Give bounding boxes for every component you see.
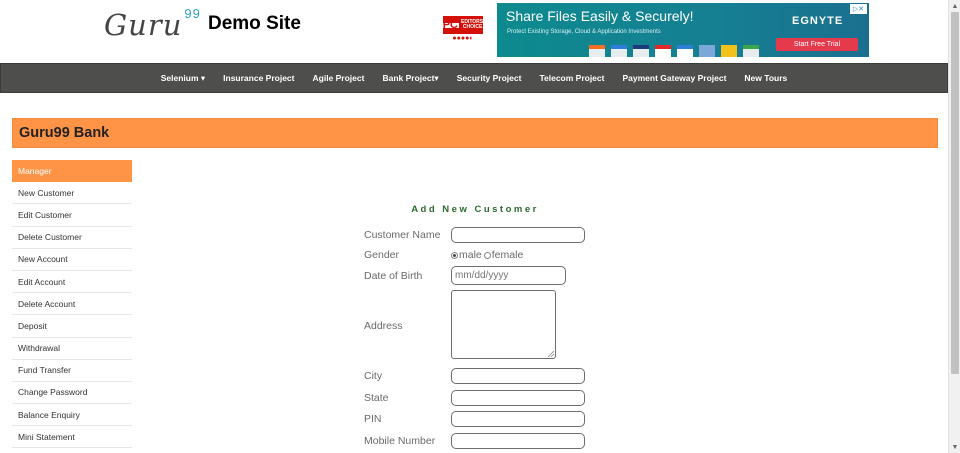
state-label: State xyxy=(364,392,389,404)
gender-female-radio[interactable] xyxy=(483,251,491,259)
city-input[interactable] xyxy=(451,368,585,384)
sidebar-item-balance-enquiry[interactable]: Balance Enquiry xyxy=(12,404,132,427)
dob-label: Date of Birth xyxy=(364,270,423,282)
badge-caption: EDITORS' CHOICE xyxy=(460,19,485,30)
address-textarea[interactable] xyxy=(451,290,556,359)
bank-banner: Guru99 Bank xyxy=(12,118,938,148)
gender-male-label[interactable]: male xyxy=(459,249,482,261)
nav-security-project[interactable]: Security Project xyxy=(448,73,531,83)
gender-label: Gender xyxy=(364,249,400,261)
site-title: Demo Site xyxy=(208,13,301,34)
nav-payment-gateway-project[interactable]: Payment Gateway Project xyxy=(613,73,735,83)
sidebar-item-edit-customer[interactable]: Edit Customer xyxy=(12,204,132,227)
state-input[interactable] xyxy=(451,390,585,406)
pin-input[interactable] xyxy=(451,411,585,427)
sidebar-item-deposit[interactable]: Deposit xyxy=(12,315,132,338)
adchoices-icon[interactable]: ▷✕ xyxy=(850,4,867,14)
address-label: Address xyxy=(364,320,403,332)
mobile-number-label: Mobile Number xyxy=(364,435,436,447)
nav-telecom-project[interactable]: Telecom Project xyxy=(530,73,613,83)
sidebar-item-new-account[interactable]: New Account xyxy=(12,249,132,271)
guru99-logo[interactable]: Guru 99 xyxy=(104,6,201,42)
ad-subline: Protect Existing Storage, Cloud & Applic… xyxy=(507,29,661,35)
pin-label: PIN xyxy=(364,413,382,425)
ad-brand-logo: EGNYTE xyxy=(792,15,844,27)
form-title: Add New Customer xyxy=(411,204,539,215)
city-label: City xyxy=(364,370,383,382)
sidebar-item-delete-customer[interactable]: Delete Customer xyxy=(12,227,132,249)
nav-selenium[interactable]: Selenium ▾ xyxy=(152,73,214,84)
site-header: Guru 99 Demo Site PC EDITORS' CHOICE ●●●●◐… xyxy=(0,0,948,62)
sidebar-item-new-customer[interactable]: New Customer xyxy=(12,182,132,205)
nav-insurance-project[interactable]: Insurance Project xyxy=(214,73,303,83)
badge-rating: ●●●●◐ xyxy=(452,35,474,42)
ad-file-icons xyxy=(589,43,769,57)
pc-mark: PC xyxy=(441,18,459,31)
customer-name-input[interactable] xyxy=(451,227,585,243)
ad-headline: Share Files Easily & Securely! xyxy=(506,8,694,24)
logo-superscript: 99 xyxy=(184,6,201,22)
sidebar-item-edit-account[interactable]: Edit Account xyxy=(12,271,132,294)
bank-title: Guru99 Bank xyxy=(19,125,110,141)
sidebar-item-fund-transfer[interactable]: Fund Transfer xyxy=(12,360,132,382)
editors-choice-badge: PC EDITORS' CHOICE ●●●●◐ xyxy=(441,16,485,46)
main-nav: Selenium ▾ Insurance Project Agile Proje… xyxy=(0,63,948,93)
sidebar-item-change-password[interactable]: Change Password xyxy=(12,382,132,405)
egnyte-advertisement[interactable]: Share Files Easily & Securely! Protect E… xyxy=(497,3,869,57)
sidebar-item-delete-account[interactable]: Delete Account xyxy=(12,293,132,316)
gender-male-radio[interactable] xyxy=(451,251,458,259)
scroll-down-arrow-icon[interactable]: ▼ xyxy=(949,441,960,453)
scroll-up-arrow-icon[interactable]: ▲ xyxy=(949,0,960,12)
mobile-number-input[interactable] xyxy=(451,433,585,449)
dob-input[interactable]: mm/dd/yyyy xyxy=(451,266,566,285)
gender-female-label[interactable]: female xyxy=(492,249,524,261)
gender-options: male female xyxy=(451,249,523,261)
nav-new-tours[interactable]: New Tours xyxy=(735,73,796,83)
nav-agile-project[interactable]: Agile Project xyxy=(304,73,374,83)
vertical-scrollbar[interactable]: ▲ ▼ xyxy=(948,0,960,453)
logo-text: Guru xyxy=(104,8,183,42)
nav-bank-project[interactable]: Bank Project▾ xyxy=(373,73,447,84)
sidebar-menu: Manager New Customer Edit Customer Delet… xyxy=(12,160,132,449)
customer-name-label: Customer Name xyxy=(364,229,441,241)
sidebar-item-withdrawal[interactable]: Withdrawal xyxy=(12,338,132,360)
scroll-thumb[interactable] xyxy=(951,12,959,374)
sidebar-item-mini-statement[interactable]: Mini Statement xyxy=(12,426,132,449)
start-free-trial-button[interactable]: Start Free Trial xyxy=(776,38,858,51)
sidebar-item-manager[interactable]: Manager xyxy=(12,160,132,183)
